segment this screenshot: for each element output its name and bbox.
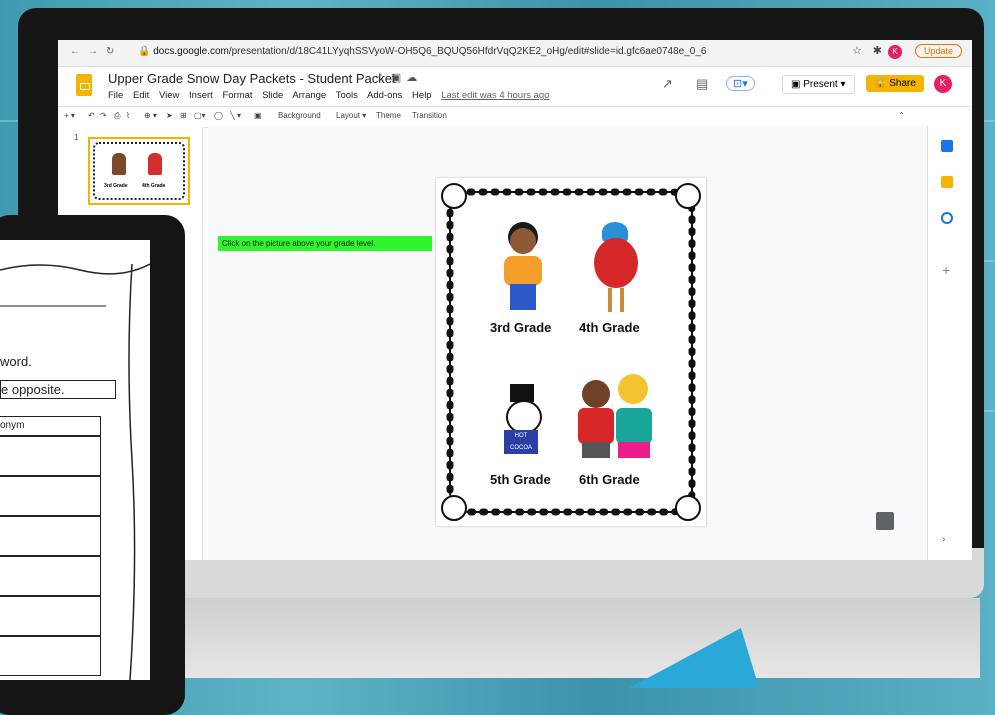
redo-icon[interactable]: ↷ [100, 111, 107, 120]
table-row [0, 636, 101, 676]
folder-icon[interactable]: ▣ [391, 72, 406, 84]
table-row [0, 516, 101, 556]
background-button[interactable]: Background [278, 111, 321, 120]
slide-thumbnail[interactable]: 3rd Grade 4th Grade [88, 137, 190, 205]
snowflake-border [441, 183, 701, 521]
slide[interactable]: HOT COCOA 3rd Grade 4th Grade 5th Grade … [436, 178, 706, 526]
account-avatar[interactable]: K [934, 75, 952, 93]
grade-5-label[interactable]: 5th Grade [490, 472, 551, 487]
screen: ←→↻ 🔒 docs.google.com/presentation/d/18C… [58, 40, 972, 560]
decorative-arrow [629, 628, 781, 688]
theme-button[interactable]: Theme [376, 111, 401, 120]
calendar-icon[interactable] [941, 140, 953, 152]
instruction-textbox[interactable]: Click on the picture above your grade le… [218, 236, 432, 251]
hot-cocoa-sign: HOT COCOA [504, 430, 538, 454]
menu-bar: File Edit View Insert Format Slide Arran… [108, 90, 557, 101]
explore-button[interactable] [876, 512, 894, 530]
collapse-icon[interactable]: ⌃ [898, 111, 905, 120]
menu-tools[interactable]: Tools [336, 90, 358, 101]
side-panel: + › [927, 126, 972, 560]
thumb-label: 4th Grade [142, 183, 166, 189]
present-button[interactable]: ▣ Present ▾ [782, 75, 855, 94]
menu-view[interactable]: View [159, 90, 179, 101]
toolbar: + ▾ ↶ ↷ ⎙ ⌇ ⊕ ▾ ➤ ⊞ ▢▾ ◯ ╲ ▾ ▣ Backgroun… [58, 106, 972, 128]
worksheet-instruction: e opposite. [0, 380, 116, 399]
print-icon[interactable]: ⎙ [114, 111, 120, 121]
keep-icon[interactable] [941, 176, 953, 188]
cardinal-character[interactable] [586, 222, 646, 312]
worksheet-line: word. [0, 354, 32, 369]
tasks-icon[interactable] [941, 212, 953, 224]
kids-character[interactable] [574, 374, 664, 464]
browser-avatar[interactable]: K [888, 45, 902, 59]
table-row [0, 476, 101, 516]
grade-4-label[interactable]: 4th Grade [579, 320, 640, 335]
zoom-icon[interactable]: ⊕ ▾ [144, 111, 157, 120]
comments-icon[interactable]: ▤ [696, 76, 708, 92]
comment-icon[interactable]: ▣ [254, 111, 262, 120]
address-bar[interactable]: 🔒 docs.google.com/presentation/d/18C41LY… [138, 46, 706, 57]
monitor-stand [180, 598, 980, 678]
menu-slide[interactable]: Slide [262, 90, 283, 101]
image-icon[interactable]: ▢▾ [194, 111, 206, 120]
slides-logo-icon[interactable] [76, 74, 92, 96]
thumb-label: 3rd Grade [104, 183, 128, 189]
grade-6-label[interactable]: 6th Grade [579, 472, 640, 487]
table-row [0, 596, 101, 636]
star-icon[interactable]: ☆ [852, 44, 862, 57]
table-row [0, 556, 101, 596]
meet-icon[interactable]: ⊡▾ [726, 76, 755, 91]
cardinal-figure-icon [148, 153, 162, 175]
title-icons: ☆▣☁ [376, 71, 422, 84]
add-addon-icon[interactable]: + [942, 262, 950, 278]
layout-button[interactable]: Layout ▾ [336, 111, 366, 120]
menu-file[interactable]: File [108, 90, 123, 101]
menu-help[interactable]: Help [412, 90, 432, 101]
activity-icon[interactable]: ↗ [662, 76, 673, 92]
cloud-icon[interactable]: ☁ [406, 72, 422, 84]
undo-icon[interactable]: ↶ [88, 111, 95, 120]
snowman-character[interactable]: HOT COCOA [502, 384, 542, 464]
boy-character[interactable] [500, 222, 546, 312]
table-row [0, 436, 101, 476]
transition-button[interactable]: Transition [412, 111, 447, 120]
tablet-screen: word. e opposite. onym [0, 240, 150, 680]
line-icon[interactable]: ╲ ▾ [230, 111, 241, 120]
paint-format-icon[interactable]: ⌇ [126, 111, 130, 120]
browser-bar: ←→↻ 🔒 docs.google.com/presentation/d/18C… [58, 40, 972, 67]
app-header: Upper Grade Snow Day Packets - Student P… [58, 66, 972, 106]
menu-edit[interactable]: Edit [133, 90, 149, 101]
textbox-icon[interactable]: ⊞ [180, 111, 187, 120]
menu-format[interactable]: Format [222, 90, 252, 101]
last-edit-link[interactable]: Last edit was 4 hours ago [441, 90, 549, 101]
grade-3-label[interactable]: 3rd Grade [490, 320, 551, 335]
share-button[interactable]: 🔒 Share [866, 75, 924, 92]
menu-arrange[interactable]: Arrange [292, 90, 326, 101]
extensions-icon[interactable]: ✱ [873, 44, 882, 57]
star-icon[interactable]: ☆ [376, 72, 391, 84]
nav-buttons[interactable]: ←→↻ [70, 46, 122, 57]
document-title[interactable]: Upper Grade Snow Day Packets - Student P… [108, 71, 396, 86]
slide-number: 1 [74, 133, 79, 142]
menu-insert[interactable]: Insert [189, 90, 213, 101]
boy-figure-icon [112, 153, 126, 175]
menu-addons[interactable]: Add-ons [367, 90, 402, 101]
update-button[interactable]: Update [914, 44, 962, 58]
table-row [0, 416, 101, 436]
expand-panel-icon[interactable]: › [942, 534, 945, 545]
select-icon[interactable]: ➤ [166, 111, 173, 120]
shape-icon[interactable]: ◯ [214, 111, 223, 120]
new-slide-icon[interactable]: + ▾ [64, 111, 75, 120]
